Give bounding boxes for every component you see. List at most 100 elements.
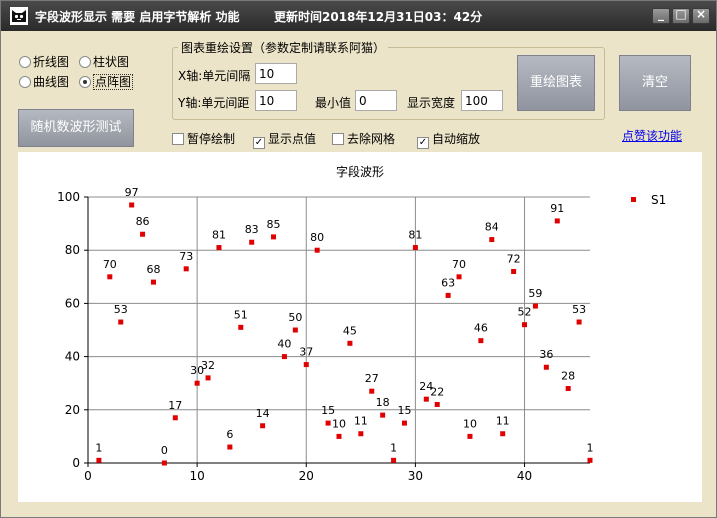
y-tick-label: 60	[65, 296, 80, 310]
update-time: 更新时间2018年12月31日03：42分	[274, 10, 483, 24]
y-tick-label: 100	[57, 190, 80, 204]
radio-circle-icon	[19, 56, 31, 68]
x-tick-label: 0	[84, 469, 92, 483]
data-label: 11	[354, 415, 368, 428]
data-label: 63	[441, 276, 455, 289]
display-width-input[interactable]	[461, 90, 503, 111]
data-point	[380, 412, 386, 418]
data-point	[500, 431, 506, 437]
y-interval-input[interactable]	[255, 90, 297, 111]
data-label: 97	[125, 186, 139, 199]
data-point	[129, 202, 135, 208]
close-button[interactable]: ×	[692, 7, 710, 24]
radio-label: 柱状图	[93, 55, 130, 69]
data-label: 84	[485, 221, 499, 234]
settings-group-title: 图表重绘设置（参数定制请联系阿猫）	[178, 39, 389, 56]
data-label: 10	[332, 417, 346, 430]
data-label: 80	[310, 231, 324, 244]
data-label: 1	[95, 441, 102, 454]
radio-dot-chart[interactable]: 点阵图	[79, 73, 134, 90]
data-point	[183, 266, 189, 272]
radio-label: 折线图	[33, 55, 70, 69]
data-point	[423, 396, 429, 402]
data-point	[271, 234, 277, 240]
maximize-button[interactable]: □	[672, 7, 690, 24]
data-label: 46	[474, 322, 488, 335]
data-point	[336, 433, 342, 439]
data-point	[565, 386, 571, 392]
data-point	[260, 423, 266, 429]
min-value-input[interactable]	[355, 90, 397, 111]
data-label: 52	[518, 306, 532, 319]
display-width-label: 显示宽度	[407, 96, 456, 110]
data-label: 36	[539, 348, 553, 361]
data-point	[445, 292, 451, 298]
checkbox-remove-grid[interactable]: 去除网格	[332, 130, 395, 147]
checkbox-show-values[interactable]: ✓ 显示点值	[253, 130, 316, 149]
data-point	[478, 338, 484, 344]
data-point	[172, 415, 178, 421]
data-label: 15	[321, 404, 335, 417]
data-label: 18	[376, 396, 390, 409]
maximize-icon: □	[675, 7, 687, 21]
data-label: 81	[408, 229, 422, 242]
data-point	[401, 420, 407, 426]
redraw-chart-button[interactable]: 重绘图表	[517, 55, 595, 111]
checkbox-icon	[172, 133, 184, 145]
like-feature-link[interactable]: 点赞该功能	[622, 127, 682, 144]
data-point	[292, 327, 298, 333]
cat-logo-icon	[10, 7, 28, 25]
window-title: 字段波形显示 需要 启用字节解析 功能	[35, 10, 240, 24]
data-label: 15	[397, 404, 411, 417]
data-point	[325, 420, 331, 426]
x-tick-label: 10	[189, 469, 204, 483]
radio-line-chart[interactable]: 折线图	[19, 53, 69, 70]
y-interval-label: Y轴:单元间距	[178, 96, 250, 110]
data-point	[194, 380, 200, 386]
radio-label: 曲线图	[33, 75, 70, 89]
data-label: 72	[507, 252, 521, 265]
data-point	[249, 239, 255, 245]
data-label: 17	[168, 399, 182, 412]
radio-curve-chart[interactable]: 曲线图	[19, 73, 69, 90]
data-label: 28	[561, 370, 575, 383]
data-label: 70	[452, 258, 466, 271]
data-label: 51	[234, 308, 248, 321]
minimize-icon: _	[658, 7, 664, 21]
radio-circle-icon	[79, 56, 91, 68]
data-point	[391, 457, 397, 463]
y-tick-label: 80	[65, 243, 80, 257]
data-point	[140, 231, 146, 237]
data-label: 32	[201, 359, 215, 372]
data-point	[369, 388, 375, 394]
radio-bar-chart[interactable]: 柱状图	[79, 53, 129, 70]
data-point	[107, 274, 113, 280]
checkbox-auto-zoom[interactable]: ✓ 自动缩放	[417, 130, 480, 149]
data-label: 1	[390, 441, 397, 454]
scatter-chart: 0 10 20 30 400204060801001705397866801773303…	[57, 186, 666, 483]
data-point	[358, 431, 364, 437]
radio-selected-icon	[79, 76, 91, 88]
radio-circle-icon	[19, 76, 31, 88]
clear-button[interactable]: 清空	[619, 55, 691, 111]
data-label: 53	[572, 303, 586, 316]
data-point	[281, 354, 287, 360]
random-test-button[interactable]: 随机数波形测试	[18, 109, 134, 147]
data-point	[314, 247, 320, 253]
checkbox-pause-drawing[interactable]: 暂停绘制	[172, 130, 235, 147]
legend-label: S1	[651, 193, 666, 207]
data-point	[118, 319, 124, 325]
data-point	[150, 279, 156, 285]
x-interval-input[interactable]	[255, 63, 297, 84]
data-point	[532, 303, 538, 309]
data-label: 53	[114, 303, 128, 316]
data-point	[522, 322, 528, 328]
minimize-button[interactable]: _	[652, 7, 670, 24]
data-point	[576, 319, 582, 325]
checkmark-icon: ✓	[417, 137, 429, 149]
data-label: 50	[288, 311, 302, 324]
title-bar[interactable]: 字段波形显示 需要 启用字节解析 功能 更新时间2018年12月31日03：42…	[1, 1, 716, 31]
checkbox-label: 显示点值	[268, 132, 317, 146]
x-interval-label: X轴:单元间隔	[178, 69, 251, 83]
data-point	[205, 375, 211, 381]
